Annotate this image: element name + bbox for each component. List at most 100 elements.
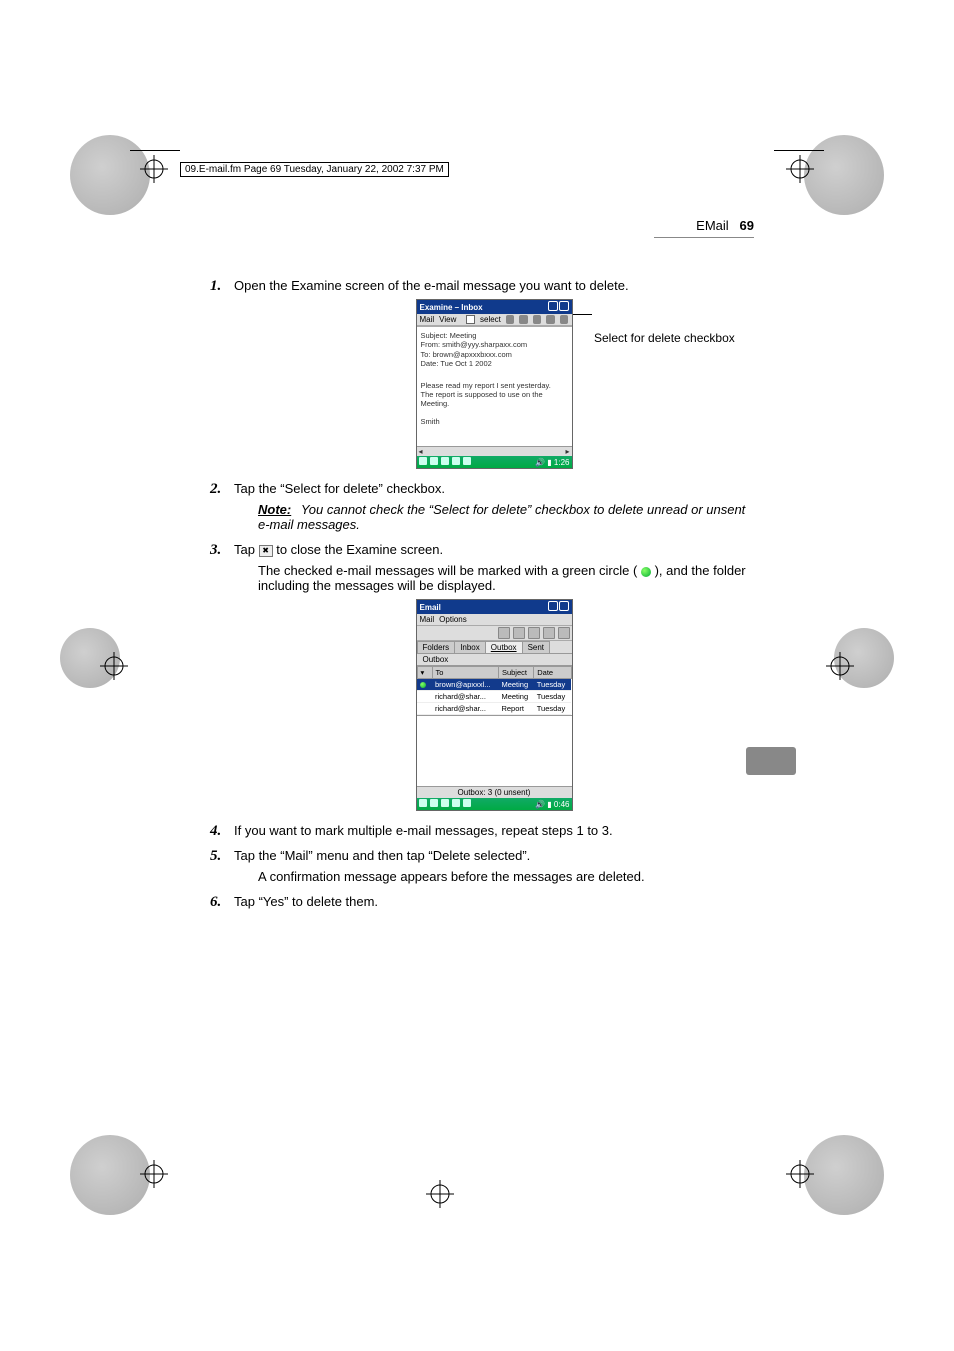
col-to[interactable]: To [432, 667, 498, 679]
step-number: 5. [210, 848, 221, 865]
cell-date: Tuesday [534, 703, 571, 715]
keyboard-icon[interactable] [430, 457, 438, 465]
step-subtext: The checked e-mail messages will be mark… [258, 563, 754, 593]
scroll-left-icon[interactable]: ◂ [417, 447, 425, 456]
list-row[interactable]: richard@shar... Report Tuesday [417, 703, 571, 715]
speaker-icon[interactable]: 🔊 [535, 458, 545, 467]
list-row[interactable]: richard@shar... Meeting Tuesday [417, 691, 571, 703]
menu-view[interactable]: View [439, 315, 456, 324]
window-icon[interactable] [463, 799, 471, 807]
window-icon[interactable] [463, 457, 471, 465]
callout-select-delete: Select for delete checkbox [594, 331, 735, 345]
step-5: 5. Tap the “Mail” menu and then tap “Del… [210, 848, 754, 884]
list-row-selected[interactable]: brown@apxxxl... Meeting Tuesday [417, 679, 571, 691]
cell-subject: Meeting [498, 691, 533, 703]
status-bar: Outbox: 3 (0 unsent) [417, 786, 572, 798]
step-text: Tap the “Select for delete” checkbox. [234, 481, 445, 496]
reply-icon[interactable] [506, 315, 515, 324]
menu-mail[interactable]: Mail [420, 615, 435, 624]
trash-icon[interactable] [560, 315, 569, 324]
window-titlebar: Examine – Inbox [417, 300, 572, 314]
home-icon[interactable] [419, 457, 427, 465]
select-label: select [480, 315, 501, 324]
pen-icon[interactable] [441, 457, 449, 465]
folder-tabs: Folders Inbox Outbox Sent [417, 641, 572, 654]
pen-icon[interactable] [441, 799, 449, 807]
page-number: 69 [740, 218, 754, 233]
registration-mark-icon [100, 652, 128, 680]
up-icon[interactable] [452, 799, 460, 807]
taskbar-left-icons [419, 457, 473, 467]
col-chevron[interactable]: ▾ [417, 667, 432, 679]
new-icon[interactable] [498, 627, 510, 639]
body-line: Please read my report I sent yesterday. [421, 381, 568, 390]
window-titlebar: Email [417, 600, 572, 614]
header-rule [654, 237, 754, 238]
speaker-icon[interactable]: 🔊 [535, 800, 545, 809]
edit-icon[interactable] [543, 627, 555, 639]
open-icon[interactable] [533, 315, 542, 324]
body-signature: Smith [421, 417, 568, 426]
registration-mark-icon [826, 652, 854, 680]
up-icon[interactable] [452, 457, 460, 465]
horizontal-scrollbar[interactable]: ◂ ▸ [417, 446, 572, 456]
cell-to: brown@apxxxl... [432, 679, 498, 691]
crop-mark [130, 150, 180, 151]
tab-folders[interactable]: Folders [417, 641, 456, 653]
crop-mark [774, 150, 824, 151]
forward-icon[interactable] [519, 315, 528, 324]
registration-mark-icon [426, 1180, 454, 1208]
section-title: EMail [696, 218, 729, 233]
print-sphere-decoration [804, 135, 884, 215]
titlebar-icons [547, 601, 569, 613]
cell-date: Tuesday [534, 691, 571, 703]
close-icon[interactable]: ✖ [259, 545, 273, 557]
system-taskbar: 🔊 ▮ 1:26 [417, 456, 572, 468]
step-text: Tap the “Mail” menu and then tap “Delete… [234, 848, 530, 863]
taskbar-left-icons [419, 799, 473, 809]
step-number: 2. [210, 481, 221, 498]
menubar: Mail Options [417, 614, 572, 626]
copy-icon[interactable] [546, 315, 555, 324]
menu-options[interactable]: Options [439, 615, 467, 624]
col-date[interactable]: Date [534, 667, 571, 679]
step-number: 1. [210, 278, 221, 295]
step-text: Tap “Yes” to delete them. [234, 894, 378, 909]
window-title: Email [420, 603, 441, 612]
trash-icon[interactable] [558, 627, 570, 639]
cell-to: richard@shar... [432, 691, 498, 703]
message-body: Subject: Meeting From: smith@yyy.sharpax… [417, 326, 572, 446]
sub-a: The checked e-mail messages will be mark… [258, 563, 637, 578]
print-sphere-decoration [804, 1135, 884, 1215]
hdr-subject: Subject: Meeting [421, 331, 568, 340]
select-for-delete-checkbox[interactable] [466, 315, 475, 324]
scroll-right-icon[interactable]: ▸ [563, 447, 571, 456]
device-screenshot-examine: Examine – Inbox Mail View select [416, 299, 573, 469]
menu-mail[interactable]: Mail [420, 315, 435, 324]
toolbar [417, 626, 572, 641]
tab-outbox[interactable]: Outbox [485, 641, 523, 653]
registration-mark-icon [140, 155, 168, 183]
open-icon[interactable] [513, 627, 525, 639]
col-subject[interactable]: Subject [498, 667, 533, 679]
step-6: 6. Tap “Yes” to delete them. [210, 894, 754, 909]
print-sphere-decoration [70, 135, 150, 215]
window-title: Examine – Inbox [420, 303, 483, 312]
menubar: Mail View select [417, 314, 572, 326]
message-list: ▾ To Subject Date brown@apxxxl... Meetin… [417, 666, 572, 715]
step-text: If you want to mark multiple e-mail mess… [234, 823, 613, 838]
step-text-b: to close the Examine screen. [276, 542, 443, 557]
note-icon[interactable] [528, 627, 540, 639]
hdr-date: Date: Tue Oct 1 2002 [421, 359, 568, 368]
step-4: 4. If you want to mark multiple e-mail m… [210, 823, 754, 838]
step-2: 2. Tap the “Select for delete” checkbox.… [210, 481, 754, 532]
system-taskbar: 🔊 ▮ 0:46 [417, 798, 572, 810]
folder-crumb: Outbox [417, 654, 572, 666]
print-sphere-decoration [70, 1135, 150, 1215]
tab-sent[interactable]: Sent [522, 641, 550, 653]
home-icon[interactable] [419, 799, 427, 807]
list-fill [417, 715, 572, 786]
tab-inbox[interactable]: Inbox [454, 641, 486, 653]
keyboard-icon[interactable] [430, 799, 438, 807]
clock: 0:46 [554, 800, 570, 809]
